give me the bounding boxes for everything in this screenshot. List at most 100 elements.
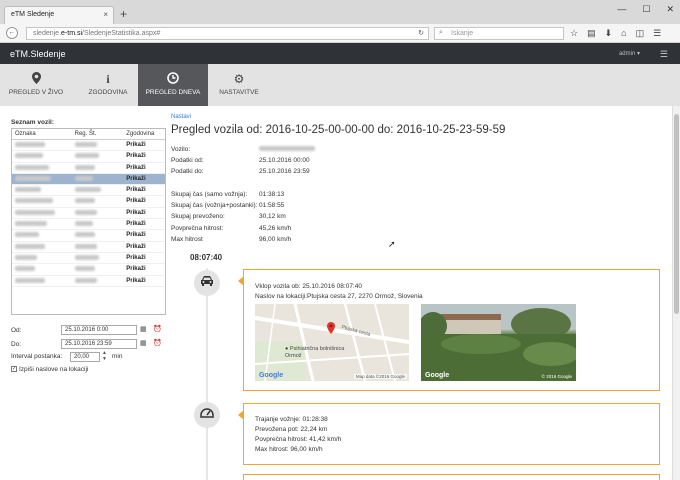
hamburger-icon[interactable]: ☰: [660, 49, 668, 60]
reading-list-icon[interactable]: ▤: [587, 28, 596, 39]
main-menu: PREGLED V ŽIVO i ZGODOVINA PREGLED DNEVA…: [0, 64, 680, 106]
event-start-text: Vklop vozila ob: 25.10.2016 08:07:40: [255, 283, 362, 290]
show-history-label: Prikaži: [126, 175, 146, 182]
table-row[interactable]: Prikaži: [12, 253, 165, 265]
table-row[interactable]: Prikaži: [12, 185, 165, 197]
search-placeholder: Iskanje: [451, 30, 474, 37]
vehicle-name-redacted: [259, 146, 315, 151]
stat-label: Skupaj čas (vožnja+postanki):: [171, 202, 258, 209]
interval-input[interactable]: 20,00: [70, 352, 100, 362]
breadcrumb[interactable]: Nastavi: [171, 114, 191, 120]
table-row[interactable]: Prikaži: [12, 173, 165, 186]
event-address-text: Naslov na lokaciji:Ptujska cesta 27, 227…: [255, 293, 423, 300]
vehicle-label-cell: [12, 253, 72, 263]
table-row[interactable]: Prikaži: [12, 219, 165, 231]
show-history-label: Prikaži: [126, 187, 146, 194]
show-history-link[interactable]: Prikaži: [123, 276, 165, 286]
show-history-link[interactable]: Prikaži: [123, 264, 165, 274]
interval-stepper[interactable]: ▲ ▼: [102, 350, 107, 362]
table-row[interactable]: Prikaži: [12, 230, 165, 242]
from-date-input[interactable]: 25.10.2016 0:00: [61, 325, 137, 335]
show-history-label: Prikaži: [126, 277, 146, 284]
col-header-reg: Reg. Št.: [74, 131, 97, 137]
window-close-icon[interactable]: ✕: [666, 4, 674, 15]
address-checkbox-row[interactable]: ✓ Izpiši naslove na lokaciji: [11, 366, 88, 373]
event-card-drive: [238, 403, 660, 465]
show-history-link[interactable]: Prikaži: [123, 151, 165, 161]
new-tab-button[interactable]: +: [120, 7, 127, 21]
vehicle-reg-cell: [72, 219, 124, 229]
table-row[interactable]: Prikaži: [12, 276, 165, 287]
show-history-link[interactable]: Prikaži: [123, 208, 165, 218]
bookmark-star-icon[interactable]: ☆: [570, 28, 578, 39]
alarm-clock-icon[interactable]: ⏰: [153, 339, 162, 347]
interval-unit: min: [112, 353, 123, 360]
window-controls: — ☐ ✕: [617, 4, 674, 15]
vehicle-label-cell: [12, 140, 72, 150]
menu-item-history[interactable]: i ZGODOVINA: [80, 64, 136, 106]
minimize-icon[interactable]: —: [617, 4, 626, 15]
redacted-text: [74, 175, 93, 181]
table-row[interactable]: Prikaži: [12, 196, 165, 208]
show-history-link[interactable]: Prikaži: [123, 253, 165, 263]
address-bar[interactable]: sledenje.e-tm.si/SledenjeStatistika.aspx…: [26, 27, 429, 40]
show-history-link[interactable]: Prikaži: [123, 230, 165, 240]
alarm-clock-icon[interactable]: ⏰: [153, 325, 162, 333]
maximize-icon[interactable]: ☐: [642, 4, 650, 15]
show-history-link[interactable]: Prikaži: [123, 174, 165, 184]
card-pointer: [238, 410, 244, 420]
stat-value: 01:38:13: [259, 191, 285, 198]
show-history-link[interactable]: Prikaži: [123, 163, 165, 173]
to-date-input[interactable]: 25.10.2016 23:59: [61, 339, 137, 349]
toolbar-icons: ☆ ▤ ⬇ ⌂ ◫ ☰: [570, 28, 661, 39]
from-label: Od:: [11, 327, 22, 334]
page-scrollbar[interactable]: [672, 106, 680, 480]
redacted-text: [15, 243, 45, 249]
table-row[interactable]: Prikaži: [12, 140, 165, 152]
redacted-text: [15, 187, 41, 193]
table-row[interactable]: Prikaži: [12, 242, 165, 253]
table-row[interactable]: Prikaži: [12, 163, 165, 174]
back-icon[interactable]: ←: [6, 27, 18, 39]
table-row[interactable]: Prikaži: [12, 208, 165, 220]
show-history-link[interactable]: Prikaži: [123, 140, 165, 150]
map-pin-icon[interactable]: [327, 322, 335, 336]
reload-icon[interactable]: ↻: [418, 29, 424, 37]
redacted-text: [15, 175, 51, 181]
vehicle-table-header: Oznaka Reg. Št. Zgodovina: [12, 129, 165, 140]
browser-search-input[interactable]: ⌕ Iskanje: [434, 27, 564, 40]
table-row[interactable]: Prikaži: [12, 264, 165, 276]
close-tab-icon[interactable]: ×: [103, 10, 108, 19]
vehicle-list-label: Seznam vozil:: [11, 119, 54, 126]
calendar-icon[interactable]: ▦: [140, 339, 147, 347]
to-label: Do:: [11, 341, 22, 348]
table-row[interactable]: Prikaži: [12, 151, 165, 163]
data-from-label: Podatki od:: [171, 157, 204, 164]
home-icon[interactable]: ⌂: [621, 28, 626, 39]
url-path: /SledenjeStatistika.aspx#: [82, 30, 161, 37]
redacted-text: [15, 232, 39, 238]
browser-tab[interactable]: eTM Sledenje ×: [4, 6, 114, 24]
show-history-link[interactable]: Prikaži: [123, 185, 165, 195]
pocket-icon[interactable]: ◫: [636, 28, 645, 39]
app-title[interactable]: eTM.Sledenje: [10, 49, 66, 59]
scrollbar-thumb[interactable]: [674, 114, 679, 314]
show-history-link[interactable]: Prikaži: [123, 219, 165, 229]
location-map[interactable]: Ptujska cesta ● Psihiatrična bolnišnica …: [255, 304, 409, 381]
photo-credit: © 2016 Google: [541, 374, 572, 379]
download-icon[interactable]: ⬇: [605, 28, 613, 39]
checkbox-icon[interactable]: ✓: [11, 366, 17, 373]
menu-item-live[interactable]: PREGLED V ŽIVO: [0, 64, 72, 106]
vehicle-reg-cell: [72, 163, 124, 173]
user-menu[interactable]: admin ▾: [619, 50, 640, 57]
street-view-photo[interactable]: Google © 2016 Google: [421, 304, 576, 381]
data-to-label: Podatki do:: [171, 168, 204, 175]
redacted-text: [15, 142, 45, 147]
show-history-link[interactable]: Prikaži: [123, 242, 165, 252]
show-history-label: Prikaži: [126, 232, 146, 239]
browser-menu-icon[interactable]: ☰: [653, 28, 661, 39]
show-history-link[interactable]: Prikaži: [123, 196, 165, 206]
calendar-icon[interactable]: ▦: [140, 325, 147, 333]
menu-item-settings[interactable]: ⚙ NASTAVITVE: [212, 64, 266, 106]
menu-item-day-overview[interactable]: PREGLED DNEVA: [138, 64, 208, 106]
